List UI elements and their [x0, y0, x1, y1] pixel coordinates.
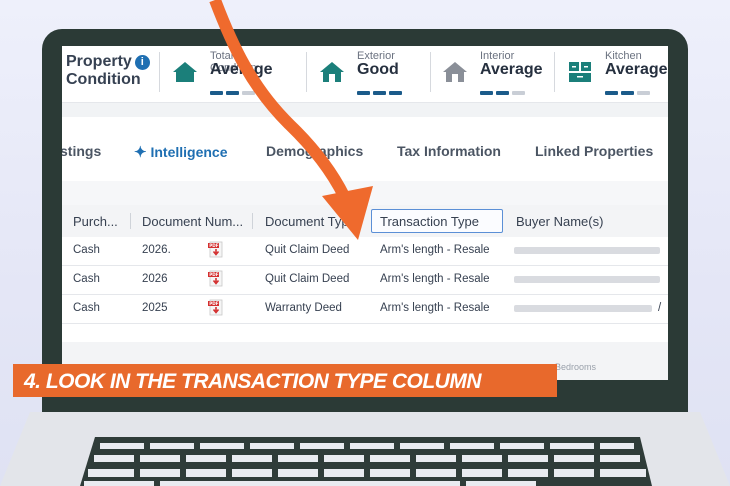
annotation-arrow	[209, 0, 373, 240]
